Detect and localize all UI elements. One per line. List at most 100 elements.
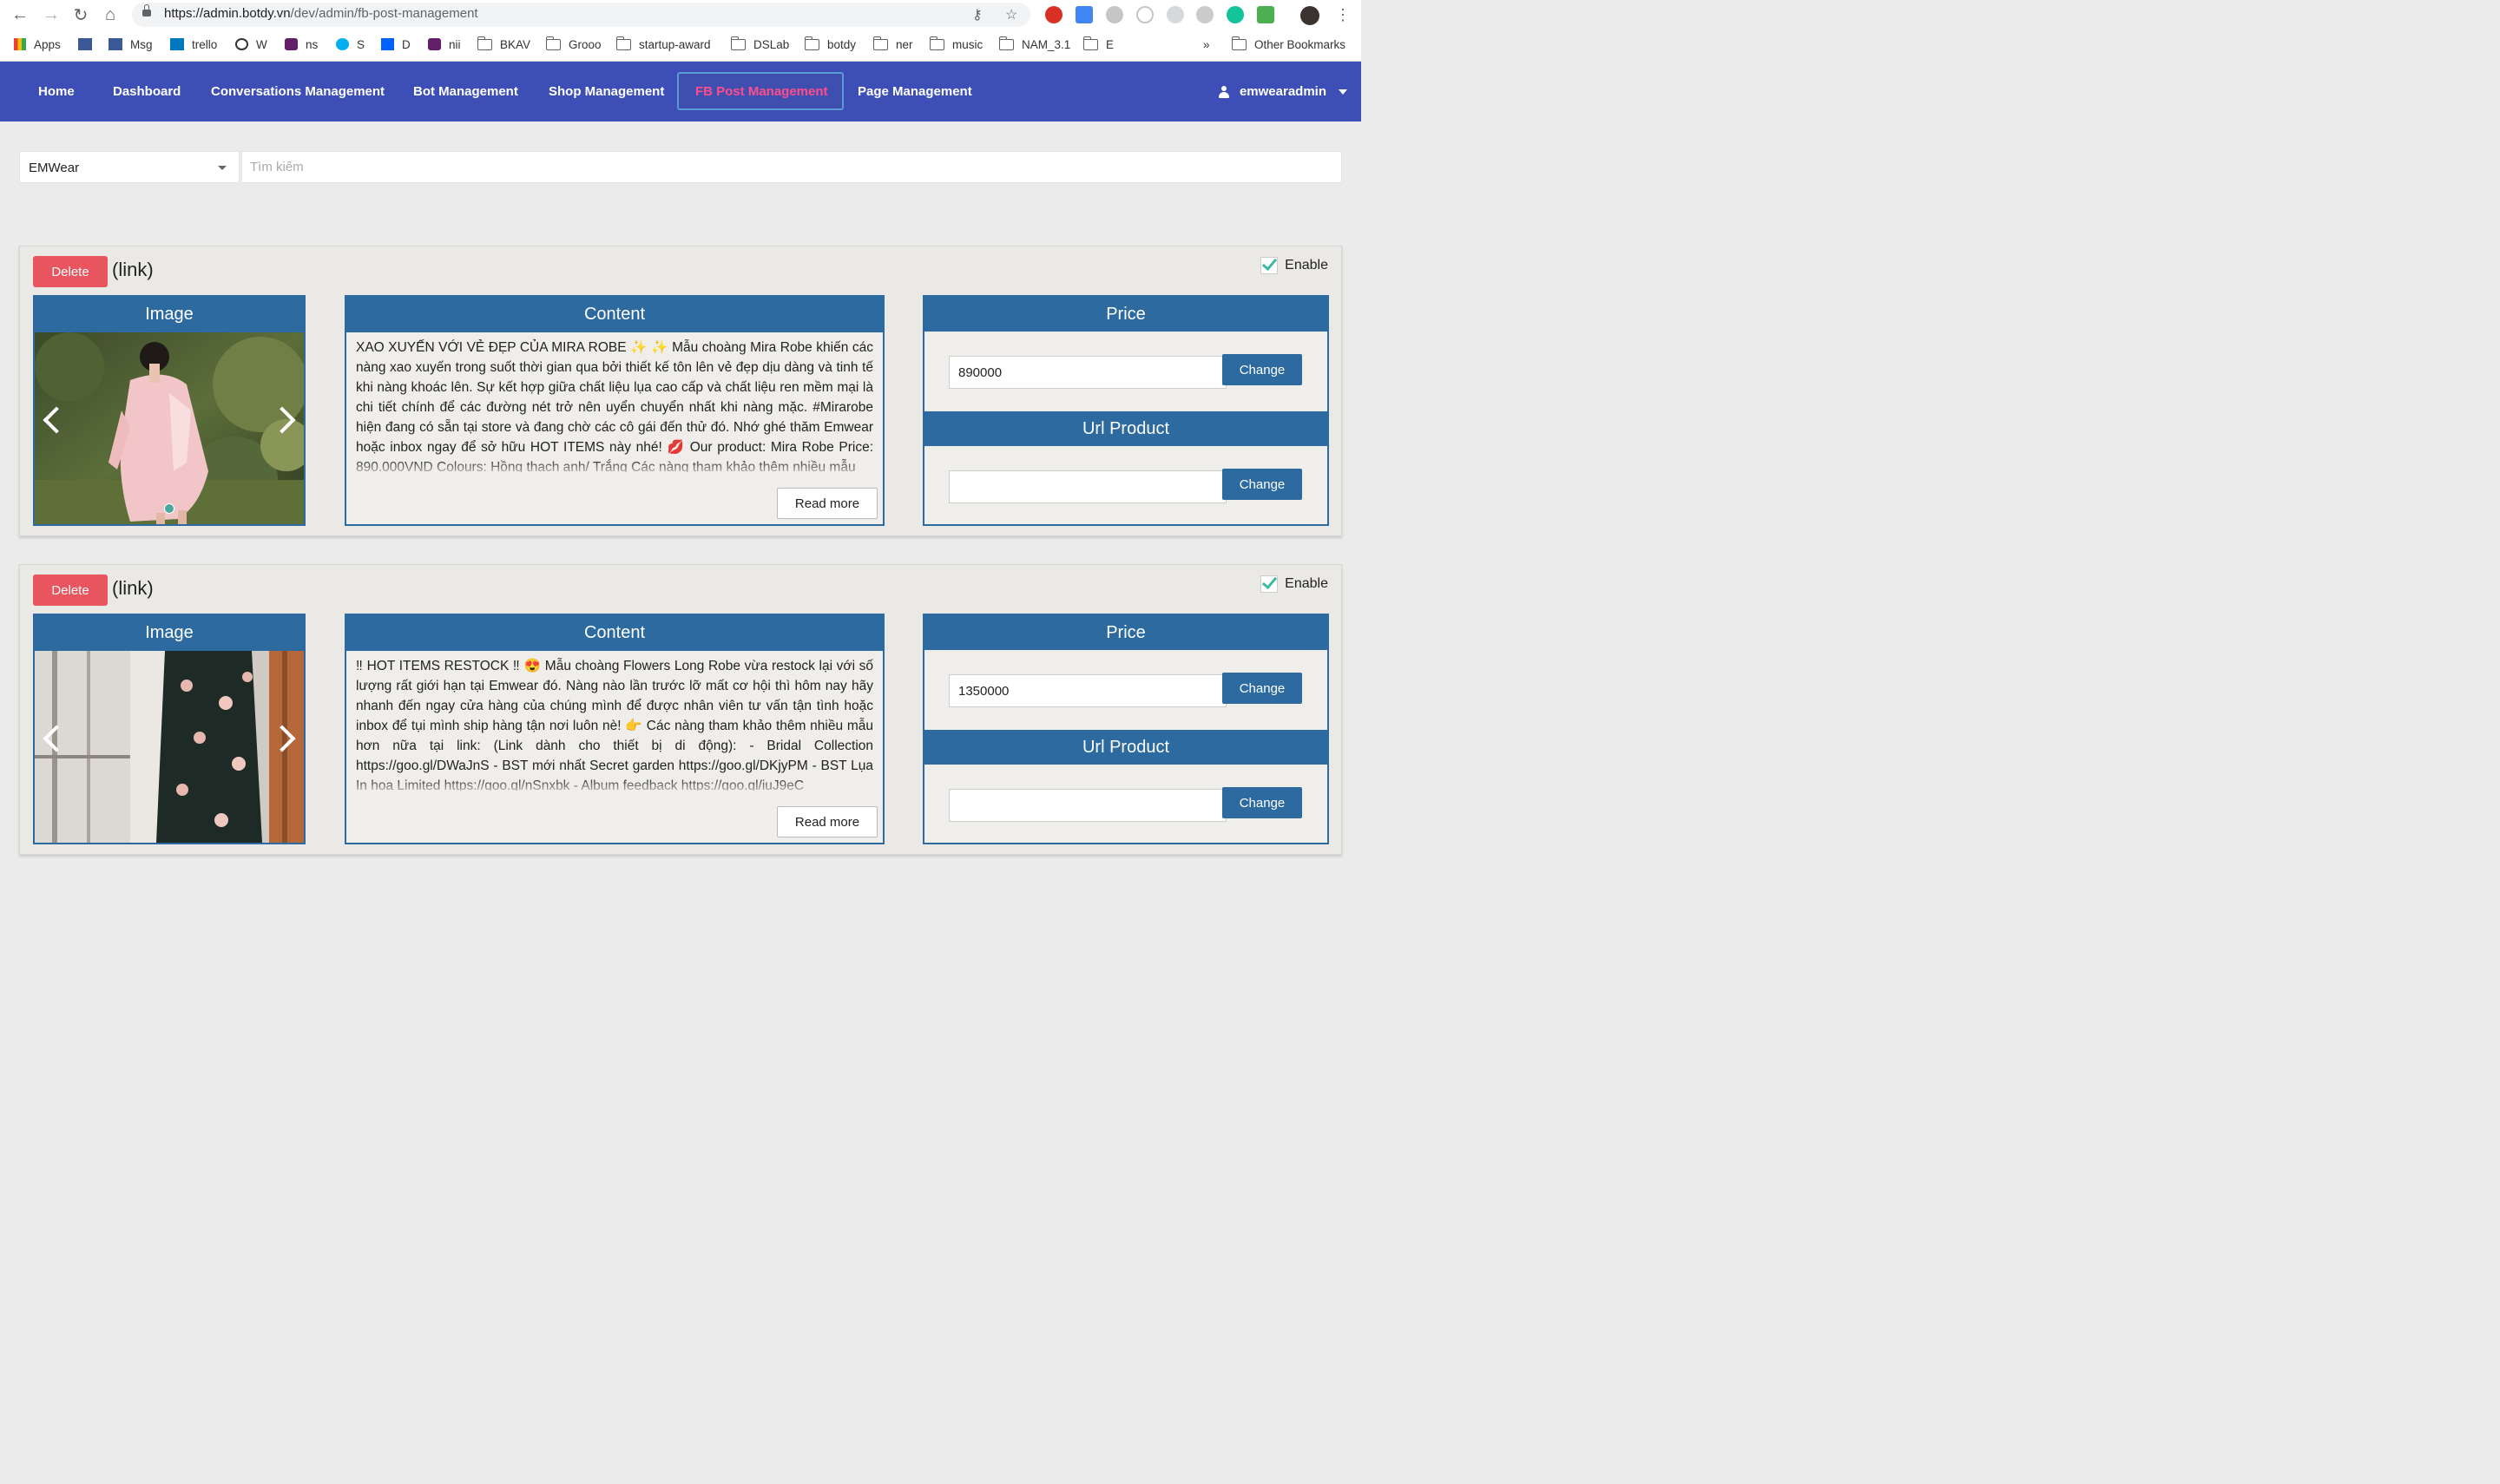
nav-fb-post-management[interactable]: FB Post Management xyxy=(695,62,828,121)
folder-icon xyxy=(999,36,1014,50)
enable-label: Enable xyxy=(1285,576,1328,591)
grammarly-icon[interactable] xyxy=(1227,6,1244,23)
bookmark-facebook[interactable] xyxy=(78,33,100,56)
carousel-indicator[interactable] xyxy=(164,503,174,514)
slack-icon xyxy=(285,38,298,50)
extension-icon[interactable] xyxy=(1167,6,1184,23)
adblock-icon[interactable] xyxy=(1045,6,1062,23)
post-link[interactable]: (link) xyxy=(112,577,154,600)
url-text: https://admin.botdy.vn/dev/admin/fb-post… xyxy=(164,6,478,21)
bookmark-d[interactable]: D xyxy=(381,33,411,56)
nav-bot-management[interactable]: Bot Management xyxy=(413,62,518,121)
nav-conversations-management[interactable]: Conversations Management xyxy=(211,62,385,121)
user-menu[interactable]: emwearadmin xyxy=(1218,62,1347,121)
bookmark-ner[interactable]: ner xyxy=(873,33,913,56)
home-icon[interactable]: ⌂ xyxy=(99,3,122,26)
user-icon xyxy=(1218,85,1229,98)
nav-dashboard[interactable]: Dashboard xyxy=(113,62,181,121)
nav-page-management[interactable]: Page Management xyxy=(858,62,972,121)
username: emwearadmin xyxy=(1239,84,1326,99)
shop-select[interactable]: EMWear xyxy=(19,151,240,183)
nav-shop-management[interactable]: Shop Management xyxy=(549,62,664,121)
extension-icon[interactable] xyxy=(1196,6,1214,23)
enable-toggle[interactable]: Enable xyxy=(1260,257,1328,274)
other-bookmarks[interactable]: Other Bookmarks xyxy=(1232,33,1345,56)
url-product-input[interactable] xyxy=(949,470,1227,503)
bookmark-music[interactable]: music xyxy=(930,33,983,56)
search-input[interactable] xyxy=(241,151,1342,183)
bookmark-apps[interactable]: Apps xyxy=(14,33,61,56)
price-row: Change xyxy=(949,354,1303,389)
folder-icon xyxy=(546,36,561,50)
bookmark-trello[interactable]: trello xyxy=(170,33,217,56)
change-price-button[interactable]: Change xyxy=(1222,354,1302,385)
address-bar[interactable]: https://admin.botdy.vn/dev/admin/fb-post… xyxy=(132,3,1030,27)
folder-icon xyxy=(873,36,888,50)
bookmark-startup-award[interactable]: startup-award xyxy=(616,33,711,56)
photo-pink-robe xyxy=(35,332,304,524)
bookmark-s[interactable]: S xyxy=(336,33,365,56)
chat-extension-icon[interactable] xyxy=(1106,6,1123,23)
read-more-button[interactable]: Read more xyxy=(777,488,878,519)
profile-avatar[interactable] xyxy=(1300,6,1319,25)
folder-icon xyxy=(930,36,944,50)
delete-button[interactable]: Delete xyxy=(33,575,108,606)
dropbox-icon xyxy=(381,38,394,50)
chevron-down-icon xyxy=(218,166,227,170)
change-url-button[interactable]: Change xyxy=(1222,787,1302,818)
nav-items: Home Dashboard Conversations Management … xyxy=(0,62,1361,121)
bookmark-bkav[interactable]: BKAV xyxy=(477,33,530,56)
photo-floral-robe xyxy=(35,651,304,843)
content-panel-title: Content xyxy=(346,615,883,651)
price-input[interactable] xyxy=(949,356,1227,389)
url-product-row: Change xyxy=(949,787,1303,822)
forward-icon[interactable]: → xyxy=(40,3,62,26)
delete-button[interactable]: Delete xyxy=(33,256,108,287)
enable-label: Enable xyxy=(1285,258,1328,273)
read-more-button[interactable]: Read more xyxy=(777,806,878,837)
chevron-down-icon xyxy=(1339,89,1347,95)
key-icon[interactable]: ⚷ xyxy=(972,6,983,23)
bookmarks-bar: Apps Msg trello W ns S D nii BKAV Grooo … xyxy=(0,33,1361,56)
bookmark-w[interactable]: W xyxy=(235,33,267,56)
cors-icon[interactable] xyxy=(1257,6,1274,23)
bookmark-dslab[interactable]: DSLab xyxy=(731,33,789,56)
url-product-row: Change xyxy=(949,469,1303,503)
price-title: Price xyxy=(924,615,1327,650)
enable-checkbox[interactable] xyxy=(1260,575,1279,593)
folder-icon xyxy=(616,36,631,50)
translate-icon[interactable] xyxy=(1076,6,1093,23)
bookmark-grooo[interactable]: Grooo xyxy=(546,33,602,56)
change-url-button[interactable]: Change xyxy=(1222,469,1302,500)
extension-icon[interactable] xyxy=(1136,6,1154,23)
shop-select-value: EMWear xyxy=(29,161,80,175)
enable-toggle[interactable]: Enable xyxy=(1260,575,1328,593)
content-panel-title: Content xyxy=(346,297,883,332)
reload-icon[interactable]: ↻ xyxy=(69,3,92,26)
url-product-title: Url Product xyxy=(924,411,1327,446)
bookmark-msg[interactable]: Msg xyxy=(109,33,153,56)
bookmark-nii[interactable]: nii xyxy=(428,33,461,56)
bookmark-botdy[interactable]: botdy xyxy=(805,33,856,56)
enable-checkbox[interactable] xyxy=(1260,257,1279,274)
bookmark-e[interactable]: E xyxy=(1083,33,1114,56)
menu-icon[interactable]: ⋮ xyxy=(1332,3,1354,26)
change-price-button[interactable]: Change xyxy=(1222,673,1302,704)
bookmark-nam[interactable]: NAM_3.1 xyxy=(999,33,1070,56)
bookmarks-overflow-button[interactable]: » xyxy=(1203,33,1210,56)
folder-icon xyxy=(477,36,492,50)
post-image xyxy=(35,651,304,843)
back-icon[interactable]: ← xyxy=(9,3,31,26)
content-panel: Content XAO XUYẾN VỚI VẺ ĐẸP CỦA MIRA RO… xyxy=(345,295,885,526)
url-product-input[interactable] xyxy=(949,789,1227,822)
browser-chrome: ← → ↻ ⌂ https://admin.botdy.vn/dev/admin… xyxy=(0,0,1361,62)
post-link[interactable]: (link) xyxy=(112,259,154,281)
trello-icon xyxy=(170,38,184,50)
post-card: Delete (link) Enable Image xyxy=(19,564,1342,855)
folder-icon xyxy=(805,36,819,50)
nav-home[interactable]: Home xyxy=(38,62,75,121)
bookmark-ns[interactable]: ns xyxy=(285,33,318,56)
price-input[interactable] xyxy=(949,674,1227,707)
content-panel: Content ‼ HOT ITEMS RESTOCK ‼ 😍 Mẫu choà… xyxy=(345,614,885,844)
star-icon[interactable]: ☆ xyxy=(1005,6,1017,23)
